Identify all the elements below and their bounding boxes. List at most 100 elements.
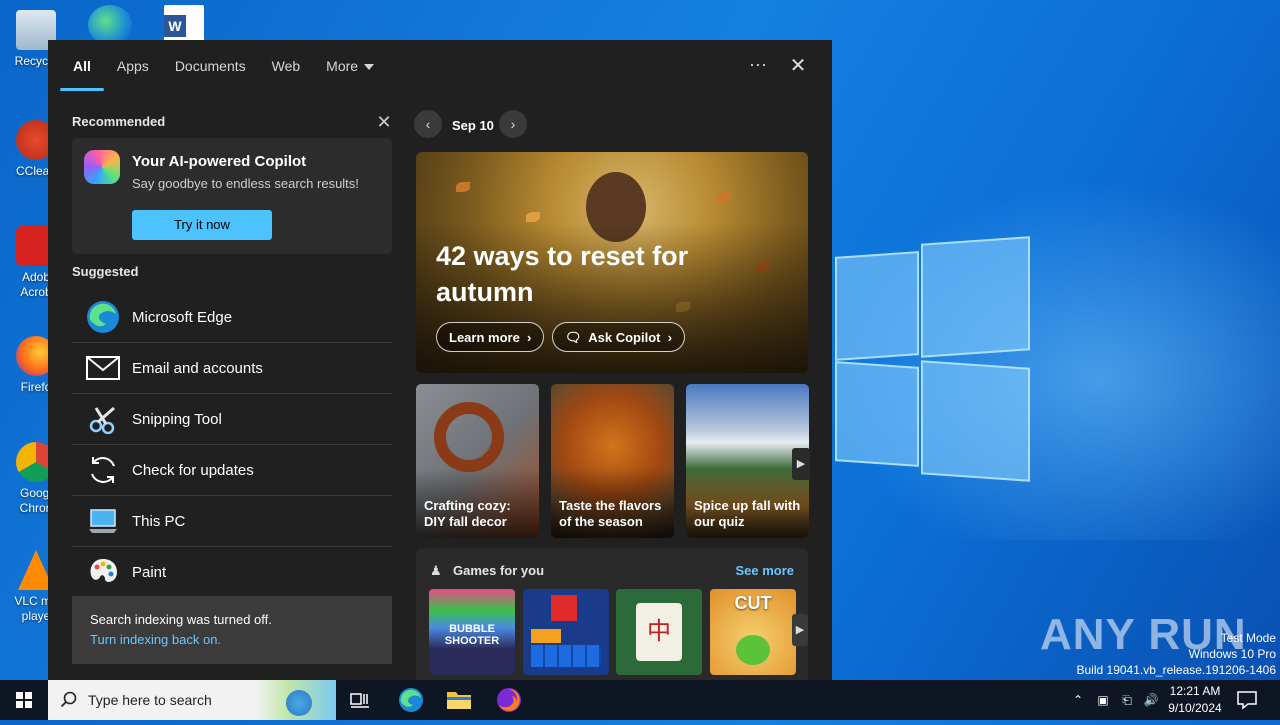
tab-label: More <box>326 58 359 74</box>
taskbar-clock[interactable]: 12:21 AM 9/10/2024 <box>1160 683 1230 717</box>
games-next-button[interactable]: ▶ <box>792 614 808 646</box>
desktop-icon-label: Adob Acrob <box>20 270 52 299</box>
chevron-right-icon: ▶ <box>795 624 805 636</box>
game-tile-block-puzzle[interactable] <box>523 589 609 675</box>
copilot-icon <box>84 150 120 184</box>
search-panel: All Apps Documents Web More ··· ✕ Recomm… <box>48 40 832 680</box>
next-day-button[interactable]: › <box>499 110 527 138</box>
tab-all[interactable]: All <box>60 40 104 92</box>
card-diy-fall-decor[interactable]: Crafting cozy: DIY fall decor <box>416 384 539 538</box>
tab-web[interactable]: Web <box>259 40 314 92</box>
tab-apps[interactable]: Apps <box>104 40 162 92</box>
chevron-up-icon: ⌃ <box>1072 693 1084 707</box>
network-button[interactable]: ⎗ <box>1116 680 1138 720</box>
game-tile-cut-the-rope[interactable]: CUT <box>710 589 796 675</box>
tab-label: Apps <box>116 58 149 74</box>
build-line-build: Build 19041.vb_release.191206-1406 <box>1076 663 1277 677</box>
start-button[interactable] <box>0 680 48 720</box>
learn-more-button[interactable]: Learn more › <box>436 322 545 352</box>
tab-documents[interactable]: Documents <box>162 40 259 92</box>
edge-icon <box>86 300 120 334</box>
taskbar-file-explorer[interactable] <box>441 684 477 716</box>
see-more-link[interactable]: See more <box>735 563 794 578</box>
taskbar-firefox[interactable] <box>491 684 527 716</box>
suggested-heading: Suggested <box>72 264 139 279</box>
close-button[interactable]: ✕ <box>786 54 810 78</box>
search-highlight-image <box>256 680 336 720</box>
game-blocks <box>531 645 601 667</box>
dismiss-recommended-icon[interactable]: ✕ <box>374 113 394 133</box>
build-line-test-mode: Test Mode <box>1220 631 1276 645</box>
more-options-button[interactable]: ··· <box>746 54 770 78</box>
build-info: Test Mode Windows 10 Pro Build 19041.vb_… <box>1077 630 1277 678</box>
recommendation-title: Your AI-powered Copilot <box>132 153 307 170</box>
scissors-icon <box>86 402 120 436</box>
suggested-item-label: Paint <box>132 563 167 581</box>
tray-device-icon: ▣ <box>1097 693 1109 707</box>
suggested-item-label: Email and accounts <box>132 359 263 377</box>
speaker-icon: 🔊 <box>1143 693 1159 707</box>
suggested-item-check-for-updates[interactable]: Check for updates <box>72 445 392 496</box>
chevron-left-icon: ‹ <box>425 116 431 132</box>
folder-icon <box>447 692 471 709</box>
tray-app-icon[interactable]: ▣ <box>1092 680 1114 720</box>
suggested-list: Microsoft Edge Email and accounts Snippi… <box>72 292 392 597</box>
suggested-item-this-pc[interactable]: This PC <box>72 496 392 547</box>
tab-more[interactable]: More <box>313 40 387 92</box>
tab-label: Documents <box>174 58 246 74</box>
chevron-right-icon: › <box>664 330 673 345</box>
suggested-item-label: This PC <box>132 512 186 530</box>
card-fall-quiz[interactable]: Spice up fall with our quiz <box>686 384 809 538</box>
chevron-right-icon: ▶ <box>796 458 806 470</box>
try-it-now-button[interactable]: Try it now <box>132 210 272 240</box>
word-document-icon[interactable]: W <box>164 5 204 45</box>
suggested-item-label: Check for updates <box>132 461 254 479</box>
game-block-red <box>551 595 577 621</box>
card-flavors-of-season[interactable]: Taste the flavors of the season <box>551 384 674 538</box>
ask-copilot-label: Ask Copilot <box>588 330 661 345</box>
suggested-item-paint[interactable]: Paint <box>72 547 392 597</box>
previous-day-button[interactable]: ‹ <box>414 110 442 138</box>
network-icon: ⎗ <box>1122 692 1132 707</box>
games-section: ♟ Games for you See more BUBBLE SHOOTER … <box>416 548 808 680</box>
windows-logo <box>835 236 1030 482</box>
ask-copilot-button[interactable]: 🗨 Ask Copilot › <box>552 322 686 352</box>
game-tile-label: BUBBLE SHOOTER <box>444 623 500 647</box>
game-tile-bubble-shooter[interactable]: BUBBLE SHOOTER <box>429 589 515 675</box>
suggested-item-microsoft-edge[interactable]: Microsoft Edge <box>72 292 392 343</box>
indexing-notice: Search indexing was turned off. Turn ind… <box>72 596 392 664</box>
volume-button[interactable]: 🔊 <box>1140 680 1162 720</box>
suggested-item-email-and-accounts[interactable]: Email and accounts <box>72 343 392 394</box>
envelope-icon <box>86 351 120 385</box>
highlights-date: Sep 10 <box>452 118 494 133</box>
paint-palette-icon <box>86 555 120 589</box>
game-tile-mahjong[interactable]: 中 <box>616 589 702 675</box>
tab-label: All <box>73 58 91 74</box>
hero-card[interactable]: 42 ways to reset for autumn Learn more ›… <box>416 152 808 373</box>
suggested-item-label: Microsoft Edge <box>132 308 233 326</box>
computer-icon <box>86 504 120 538</box>
suggested-item-snipping-tool[interactable]: Snipping Tool <box>72 394 392 445</box>
games-heading: Games for you <box>453 563 545 578</box>
hero-title: 42 ways to reset for autumn <box>436 241 689 307</box>
chevron-right-icon: › <box>523 330 532 345</box>
edge-desktop-icon[interactable] <box>88 5 132 45</box>
show-hidden-icons-button[interactable]: ⌃ <box>1068 680 1088 720</box>
cards-next-button[interactable]: ▶ <box>792 448 810 480</box>
mahjong-tile: 中 <box>636 603 682 661</box>
turn-indexing-on-link[interactable]: Turn indexing back on. <box>90 632 221 647</box>
firefox-icon <box>497 688 521 712</box>
action-center-button[interactable] <box>1236 690 1258 710</box>
clock-time: 12:21 AM <box>1169 684 1221 698</box>
windows-start-icon <box>16 692 32 708</box>
tab-label: Web <box>271 58 301 74</box>
game-tile-label: CUT <box>734 593 772 613</box>
taskbar-edge[interactable] <box>393 684 429 716</box>
recommendation-subtitle: Say goodbye to endless search results! <box>132 176 359 191</box>
chevron-right-icon: › <box>510 116 516 132</box>
task-view-button[interactable] <box>342 684 378 716</box>
copilot-recommendation-card: Your AI-powered Copilot Say goodbye to e… <box>72 138 392 254</box>
taskbar-search-box[interactable]: Type here to search <box>48 680 336 720</box>
chat-bubble-icon: 🗨 <box>565 330 586 345</box>
card-title: Spice up fall with our quiz <box>694 498 801 529</box>
